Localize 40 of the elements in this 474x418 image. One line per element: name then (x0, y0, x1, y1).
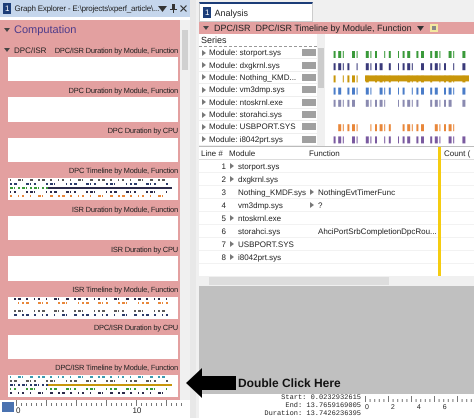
callout-text: Double Click Here (238, 376, 341, 390)
axis-label: 0 (16, 406, 20, 415)
table-cell-text: 2 (220, 174, 227, 184)
table-cell: USBPORT.SYS (238, 240, 294, 248)
table-cell: ntoskrnl.exe (238, 214, 282, 222)
analysis-tab[interactable]: 1 Analysis (199, 2, 313, 22)
group-label[interactable]: DPC/ISR (14, 46, 46, 55)
table-cell: vm3dmp.sys (238, 200, 283, 210)
series-name[interactable]: Module: ntoskrnl.exe (209, 98, 300, 107)
table-cell-text: 8 (220, 252, 227, 262)
series-name[interactable]: Module: dxgkrnl.sys (209, 60, 300, 70)
series-name[interactable]: Module: storahci.sys (209, 110, 300, 120)
table-cell-text: 1 (220, 162, 227, 170)
column-header[interactable]: Line # (199, 148, 229, 158)
table-cell: dxgkrnl.sys (238, 174, 278, 184)
series-name[interactable]: Module: USBPORT.SYS (209, 122, 300, 132)
table-cell: ? (318, 200, 322, 210)
table-cell-text: 6 (220, 226, 227, 236)
table-cell: NothingEvtTimerFunc (318, 188, 396, 196)
column-header[interactable]: Function (309, 148, 439, 158)
series-name[interactable]: Module: i8042prt.sys (209, 134, 300, 144)
column-header[interactable]: Count ( (439, 148, 474, 158)
graph-selector[interactable]: DPC/ISR Timeline by Module, Function (256, 23, 412, 33)
panel-number: 1 (3, 3, 12, 14)
table-cell: storport.sys (238, 162, 280, 170)
table-cell: i8042prt.sys (238, 252, 282, 262)
table-cell: AhciPortSrbCompletionDpcRou... (318, 226, 437, 236)
table-cell-text: 4 (220, 200, 227, 210)
series-name[interactable]: Module: vm3dmp.sys (209, 85, 300, 94)
series-name[interactable]: Module: Nothing_KMD... (209, 72, 300, 82)
group-label[interactable]: DPC/ISR (214, 23, 251, 33)
table-cell: storahci.sys (238, 226, 280, 236)
table-cell: Nothing_KMDF.sys (238, 188, 306, 196)
table-cell-text: 5 (220, 214, 227, 222)
category-label[interactable]: Computation (14, 24, 76, 36)
axis-label: 10 (132, 406, 142, 415)
series-name[interactable]: Module: storport.sys (209, 48, 300, 58)
table-cell-text: 3 (220, 188, 227, 196)
column-header[interactable]: Module (229, 148, 309, 158)
table-cell-text: 7 (220, 240, 227, 248)
